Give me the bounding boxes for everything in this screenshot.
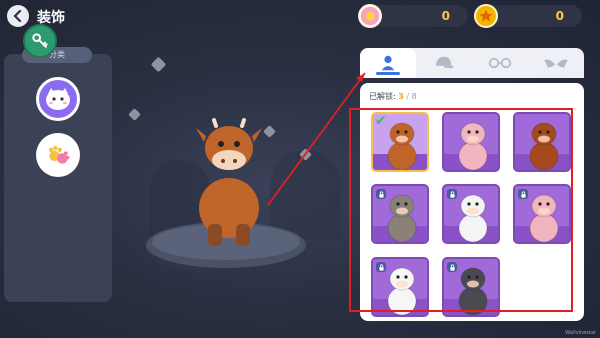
animal-category-button[interactable] [36,77,80,121]
active-tab-indicator [376,72,400,75]
flower-badge-icon [358,4,382,28]
glasses-icon [488,57,512,69]
tab-hat[interactable] [416,48,472,78]
unlock-progress: 已解锁: 3 / 8 [369,91,417,102]
flower-count: 0 [441,9,450,23]
star-count: 0 [555,9,564,23]
person-icon [381,55,395,71]
paw-icon [48,145,70,164]
key-button[interactable] [23,24,57,58]
sparkle-icon [128,108,141,121]
tab-wings[interactable] [528,48,584,78]
chevron-left-icon [13,9,22,23]
back-button[interactable] [7,5,29,27]
cap-icon [435,56,454,69]
white-face-icon [46,88,70,110]
tab-character[interactable] [360,48,416,78]
background-rock [270,150,340,240]
unlock-label-text: 已解锁: [369,92,396,101]
wings-icon [543,58,569,67]
unlock-total: / 8 [406,92,417,101]
watermark: Wallvinestar [565,330,596,336]
flower-counter: 0 [368,5,468,27]
highlight-box [349,108,573,312]
star-coin-icon [474,4,498,28]
tab-glasses[interactable] [472,48,528,78]
unlock-current: 3 [398,92,404,101]
cow-character-preview[interactable] [186,118,272,248]
accessory-category-button[interactable] [36,133,80,177]
sparkle-icon [150,56,167,73]
key-icon [32,33,48,48]
decoration-tabs [360,48,584,78]
